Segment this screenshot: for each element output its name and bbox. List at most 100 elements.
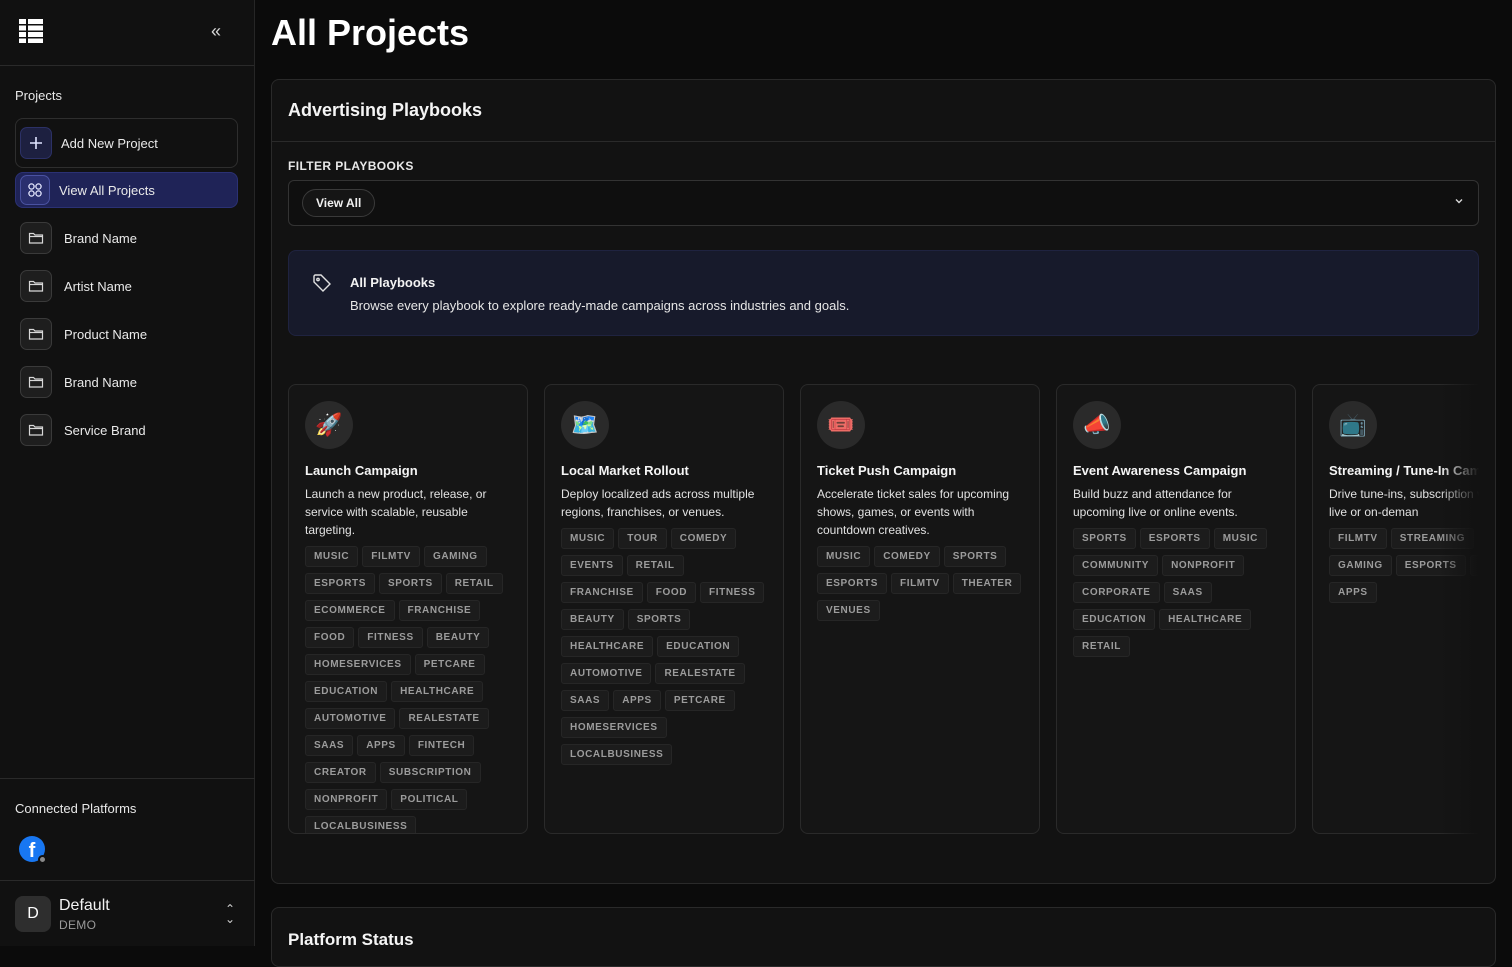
category-tag: SPORTS bbox=[943, 546, 1007, 567]
workspace-name: Default bbox=[59, 896, 110, 914]
category-tag: FILMTV bbox=[891, 573, 949, 594]
category-tag: THEATER bbox=[952, 573, 1022, 594]
category-tag: STREAMING bbox=[1390, 528, 1475, 549]
playbook-cards: 🚀 Launch Campaign Launch a new product, re… bbox=[288, 384, 1479, 836]
category-tag: ECOMMERCE bbox=[305, 600, 395, 621]
category-tag: FRANCHISE bbox=[561, 582, 643, 603]
playbook-description: Build buzz and attendance for upcoming l… bbox=[1073, 487, 1238, 519]
info-banner: All Playbooks Browse every playbook to e… bbox=[288, 250, 1479, 336]
playbook-icon: 📺 bbox=[1329, 401, 1377, 449]
project-nav: Add New Project View All Projects Brand … bbox=[15, 118, 238, 454]
filter-playbooks-label: FILTER PLAYBOOKS bbox=[288, 159, 414, 173]
category-tag: EDUCATION bbox=[305, 681, 388, 702]
playbook-card[interactable]: 📺 Streaming / Tune-In Cam Drive tune-ins, … bbox=[1312, 384, 1479, 834]
category-tag: FOOD bbox=[305, 627, 355, 648]
category-tag: RETAIL bbox=[626, 555, 684, 576]
advertising-playbooks-panel: Advertising Playbooks FILTER PLAYBOOKS V… bbox=[271, 79, 1496, 884]
workspace-switcher[interactable]: D Default DEMO ⌃ ⌄ bbox=[15, 896, 240, 932]
category-tag: FINTECH bbox=[408, 735, 475, 756]
category-tag: ESPORTS bbox=[1395, 555, 1466, 576]
category-tag: MUSIC bbox=[305, 546, 359, 567]
tag-list: MUSIC COMEDY SPORTS ESPORTS FILMTV THEATER VEN… bbox=[817, 543, 1027, 624]
panel-title: Advertising Playbooks bbox=[272, 80, 1495, 142]
category-tag: POLITICAL bbox=[391, 789, 468, 810]
category-tag: GAMING bbox=[423, 546, 487, 567]
tag-list: SPORTS ESPORTS MUSIC COMMUNITY NONPROFIT CORP… bbox=[1073, 525, 1283, 660]
category-tag: MUSIC bbox=[817, 546, 871, 567]
divider bbox=[0, 778, 255, 779]
platform-status-panel: Platform Status bbox=[271, 907, 1496, 967]
category-tag: APPS bbox=[1329, 582, 1377, 603]
playbook-icon: 🚀 bbox=[305, 401, 353, 449]
sidebar-project-item[interactable]: Brand Name bbox=[15, 358, 238, 406]
tag-list: MUSIC FILMTV GAMING ESPORTS SPORTS RETAIL ECOM… bbox=[305, 543, 515, 833]
playbook-icon: 📣 bbox=[1073, 401, 1121, 449]
playbook-title: Streaming / Tune-In Cam bbox=[1329, 463, 1479, 478]
sidebar-project-item[interactable]: Brand Name bbox=[15, 214, 238, 262]
category-tag: SAAS bbox=[1163, 582, 1212, 603]
category-tag: SPORTS bbox=[627, 609, 691, 630]
playbook-card[interactable]: 🎟️ Ticket Push Campaign Accelerate ticket … bbox=[800, 384, 1040, 834]
playbook-card[interactable]: 📣 Event Awareness Campaign Build buzz and … bbox=[1056, 384, 1296, 834]
playbook-card[interactable]: 🚀 Launch Campaign Launch a new product, re… bbox=[288, 384, 528, 834]
collapse-sidebar-icon[interactable]: « bbox=[205, 20, 227, 42]
category-tag: LOCALBUSINESS bbox=[561, 744, 673, 765]
page-title: All Projects bbox=[271, 12, 470, 53]
connected-platforms-label: Connected Platforms bbox=[15, 801, 137, 816]
category-tag: SAAS bbox=[305, 735, 354, 756]
category-tag: APPS bbox=[613, 690, 661, 711]
plus-icon bbox=[20, 127, 52, 159]
category-tag: FRANCHISE bbox=[398, 600, 481, 621]
category-tag: TOUR bbox=[618, 528, 667, 549]
playbook-description: Deploy localized ads across multiple reg… bbox=[561, 487, 755, 519]
platform-status-title: Platform Status bbox=[288, 930, 414, 949]
category-tag: HEALTHCARE bbox=[391, 681, 484, 702]
tag-list: FILMTVSTREAMING GAMINGESPORTSSAAS APPS bbox=[1329, 525, 1479, 606]
category-tag: EDUCATION bbox=[657, 636, 740, 657]
view-all-projects-button[interactable]: View All Projects bbox=[15, 172, 238, 208]
category-tag: HOMESERVICES bbox=[305, 654, 411, 675]
filter-selected-chip[interactable]: View All bbox=[302, 189, 376, 217]
info-title: All Playbooks bbox=[350, 275, 436, 290]
category-tag: SUBSCRIPTION bbox=[379, 762, 481, 783]
category-tag: CREATOR bbox=[305, 762, 376, 783]
app-logo-icon[interactable] bbox=[19, 19, 43, 43]
projects-section-label: Projects bbox=[15, 88, 62, 103]
category-tag: ESPORTS bbox=[817, 573, 887, 594]
info-description: Browse every playbook to explore ready-m… bbox=[350, 298, 850, 313]
category-tag: MUSIC bbox=[1213, 528, 1267, 549]
playbook-title: Launch Campaign bbox=[305, 463, 418, 478]
sidebar: « Projects Add New Project View All Proj… bbox=[0, 0, 255, 946]
folder-icon bbox=[20, 222, 52, 254]
filter-playbooks-select[interactable]: View All bbox=[288, 180, 1479, 226]
folder-icon bbox=[20, 366, 52, 398]
category-tag: AUTOMOTIVE bbox=[561, 663, 652, 684]
category-tag: FILMTV bbox=[362, 546, 420, 567]
folder-icon bbox=[20, 270, 52, 302]
add-new-project-button[interactable]: Add New Project bbox=[15, 118, 238, 168]
playbook-title: Ticket Push Campaign bbox=[817, 463, 957, 478]
category-tag: NONPROFIT bbox=[305, 789, 388, 810]
sidebar-project-item[interactable]: Artist Name bbox=[15, 262, 238, 310]
category-tag: SAAS bbox=[1469, 555, 1479, 576]
playbook-card[interactable]: 🗺️ Local Market Rollout Deploy localized a… bbox=[544, 384, 784, 834]
playbook-description: Launch a new product, release, or servic… bbox=[305, 487, 487, 537]
sidebar-project-item[interactable]: Service Brand bbox=[15, 406, 238, 454]
category-tag: PETCARE bbox=[414, 654, 485, 675]
folder-icon bbox=[20, 414, 52, 446]
category-tag: RETAIL bbox=[1073, 636, 1130, 657]
category-tag: FOOD bbox=[646, 582, 697, 603]
category-tag: FILMTV bbox=[1329, 528, 1387, 549]
category-tag: GAMING bbox=[1329, 555, 1392, 576]
tag-icon bbox=[313, 274, 331, 292]
category-tag: COMEDY bbox=[874, 546, 940, 567]
playbook-description: Drive tune-ins, subscription viewers to … bbox=[1329, 487, 1479, 519]
chevron-down-icon bbox=[1454, 195, 1464, 209]
sidebar-project-item[interactable]: Product Name bbox=[15, 310, 238, 358]
category-tag: HEALTHCARE bbox=[561, 636, 654, 657]
sidebar-header: « bbox=[0, 0, 254, 66]
workspace-text: Default DEMO bbox=[59, 897, 110, 932]
sidebar-project-label: Brand Name bbox=[64, 374, 137, 390]
playbook-icon: 🗺️ bbox=[561, 401, 609, 449]
category-tag: HEALTHCARE bbox=[1159, 609, 1252, 630]
